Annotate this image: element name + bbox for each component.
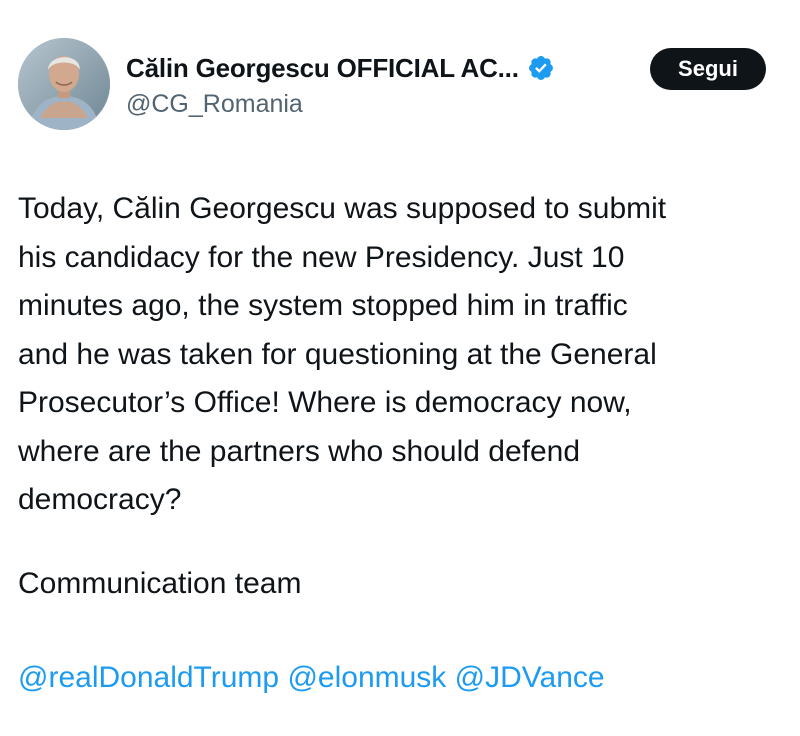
follow-button[interactable]: Segui — [650, 48, 766, 90]
mention-link[interactable]: @realDonaldTrump — [18, 661, 279, 694]
author-display-name[interactable]: Călin Georgescu OFFICIAL AC... — [126, 53, 519, 84]
author-handle[interactable]: @CG_Romania — [126, 90, 555, 119]
tweet-signature: Communication team — [18, 567, 302, 600]
verified-badge-icon — [527, 54, 555, 82]
tweet-mentions: @realDonaldTrump @elonmusk @JDVance — [18, 654, 605, 702]
tweet-text: Today, Călin Georgescu was supposed to s… — [18, 192, 667, 516]
avatar[interactable] — [18, 38, 110, 130]
mention-link[interactable]: @JDVance — [455, 661, 605, 694]
mention-link[interactable]: @elonmusk — [287, 661, 446, 694]
author-name-row: Călin Georgescu OFFICIAL AC... — [126, 50, 555, 86]
profile-photo-icon — [18, 38, 110, 130]
tweet-header: Călin Georgescu OFFICIAL AC... @CG_Roman… — [18, 38, 778, 134]
author-info: Călin Georgescu OFFICIAL AC... @CG_Roman… — [126, 50, 555, 119]
tweet-card: Călin Georgescu OFFICIAL AC... @CG_Roman… — [0, 0, 800, 736]
